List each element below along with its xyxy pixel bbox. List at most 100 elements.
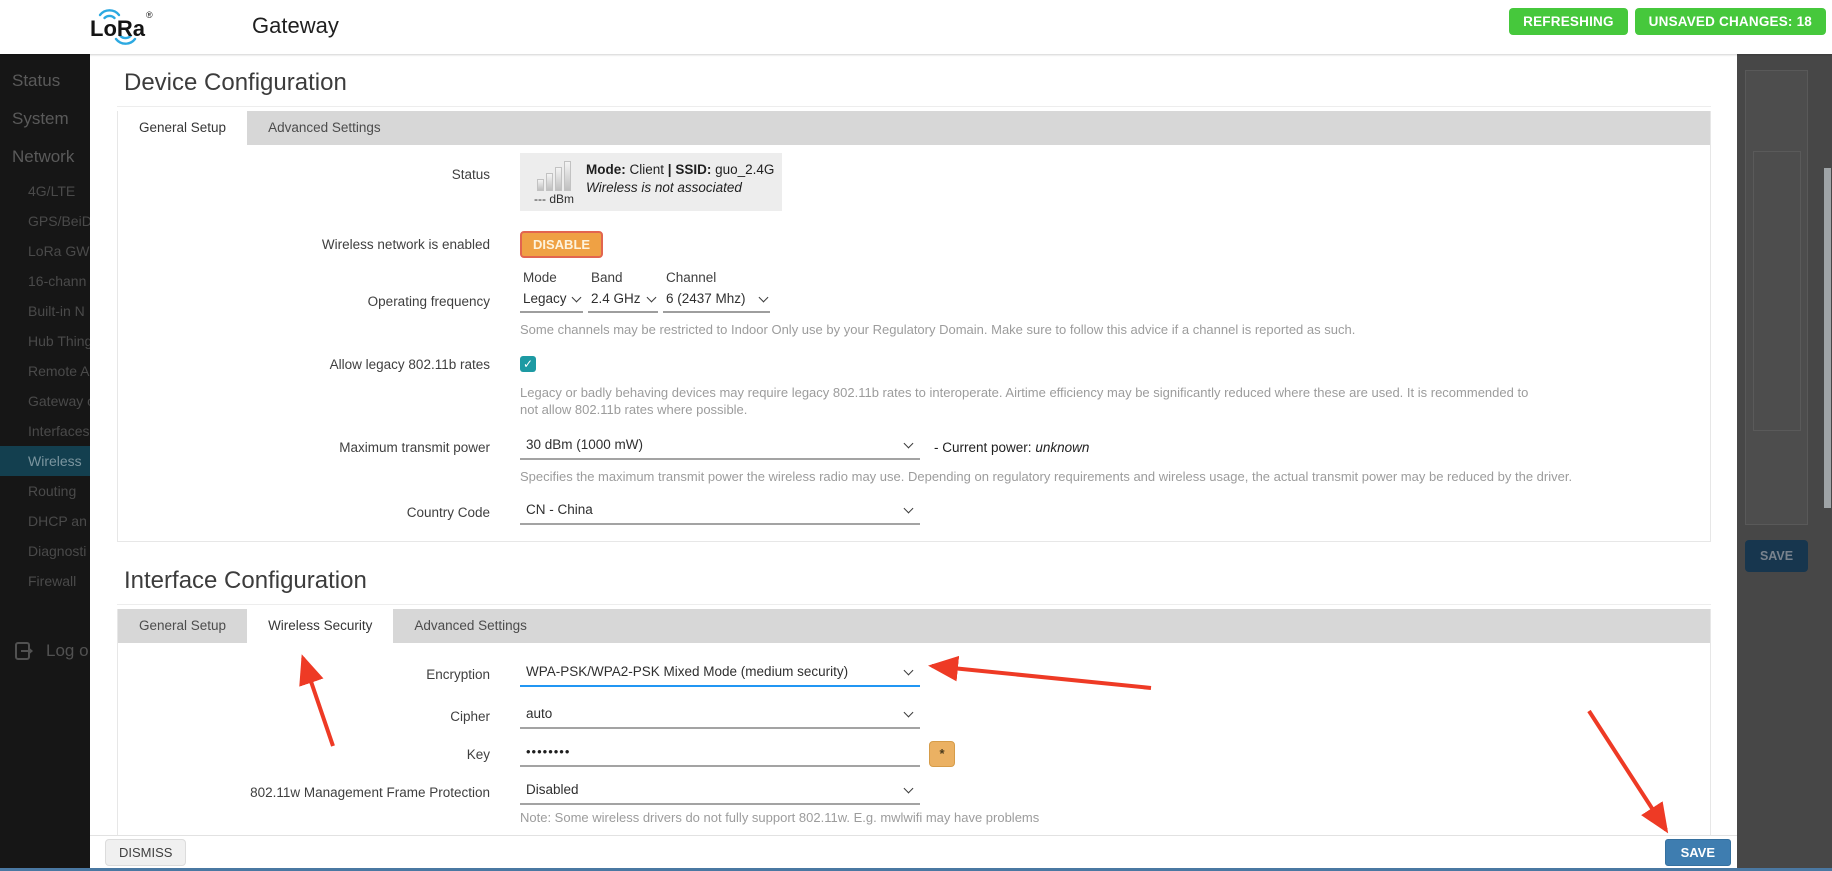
sidebar-item-firewall[interactable]: Firewall: [0, 566, 90, 596]
mfp-label: 802.11w Management Frame Protection: [118, 785, 490, 800]
interface-config-card: General Setup Wireless Security Advanced…: [117, 609, 1711, 836]
frequency-band-select[interactable]: 2.4 GHz: [588, 289, 658, 313]
interface-config-title: Interface Configuration: [124, 566, 1711, 596]
logout-icon: [13, 640, 35, 662]
unsaved-changes-badge[interactable]: UNSAVED CHANGES: 18: [1635, 8, 1826, 35]
divider: [117, 604, 1711, 605]
tx-power-select[interactable]: 30 dBm (1000 mW): [520, 434, 920, 460]
sidebar-item-interfaces[interactable]: Interfaces: [0, 416, 90, 446]
frequency-label: Operating frequency: [118, 270, 490, 309]
page-scrollbar[interactable]: [1824, 168, 1831, 508]
chevron-down-icon: [904, 438, 914, 448]
lora-logo-icon: LoRa ®: [84, 5, 156, 49]
key-password-input[interactable]: ••••••••: [520, 741, 920, 767]
top-header: LoRa ® Gateway REFRESHING UNSAVED CHANGE…: [0, 0, 1832, 54]
cipher-select[interactable]: auto: [520, 703, 920, 729]
frequency-help-text: Some channels may be restricted to Indoo…: [520, 321, 1530, 338]
band-column-header: Band: [591, 270, 658, 285]
reveal-password-button[interactable]: *: [929, 741, 955, 767]
tab-general-setup[interactable]: General Setup: [118, 111, 247, 145]
key-label: Key: [118, 747, 490, 762]
mfp-note-text: Note: Some wireless drivers do not fully…: [520, 810, 1710, 825]
country-label: Country Code: [118, 505, 490, 520]
sidebar-item-wireless[interactable]: Wireless: [0, 446, 90, 476]
enabled-row: Wireless network is enabled DISABLE: [118, 231, 1710, 258]
sidebar-item-16-channel[interactable]: 16-chann: [0, 266, 90, 296]
mode-value: Client: [630, 162, 665, 177]
legacy-rates-row: Allow legacy 802.11b rates ✓: [118, 356, 1710, 372]
tx-power-label: Maximum transmit power: [118, 440, 490, 455]
device-config-tabs: General Setup Advanced Settings: [118, 111, 1710, 145]
lora-logo: LoRa ®: [84, 5, 156, 54]
status-row: Status --- dBm: [118, 153, 1710, 211]
device-config-form: Status --- dBm: [118, 145, 1710, 541]
enabled-label: Wireless network is enabled: [118, 237, 490, 252]
association-status: Wireless is not associated: [586, 179, 774, 197]
tab-wireless-security[interactable]: Wireless Security: [247, 609, 393, 643]
chevron-down-icon: [904, 503, 914, 513]
tab-if-general-setup[interactable]: General Setup: [118, 609, 247, 643]
tx-power-row: Maximum transmit power 30 dBm (1000 mW) …: [118, 434, 1710, 460]
country-select[interactable]: CN - China: [520, 499, 920, 525]
panel-footer: DISMISS SAVE: [90, 835, 1737, 868]
disable-button[interactable]: DISABLE: [520, 231, 603, 258]
divider: [117, 106, 1711, 107]
sidebar-item-network[interactable]: Network: [0, 138, 90, 176]
ssid-value: guo_2.4G: [715, 162, 774, 177]
signal-strength-icon: [537, 161, 571, 191]
chevron-down-icon: [904, 707, 914, 717]
dimmed-dialog-content: [1753, 151, 1801, 431]
sidebar-item-gps-beidou[interactable]: GPS/BeiD: [0, 206, 90, 236]
legacy-rates-checkbox[interactable]: ✓: [520, 356, 536, 372]
sidebar-item-lora-gw[interactable]: LoRa GW: [0, 236, 90, 266]
sidebar-item-status[interactable]: Status: [0, 62, 90, 100]
save-button[interactable]: SAVE: [1665, 839, 1731, 866]
sidebar-item-routing[interactable]: Routing: [0, 476, 90, 506]
tx-power-help-text: Specifies the maximum transmit power the…: [520, 468, 1710, 485]
chevron-down-icon: [904, 665, 914, 675]
dismiss-button[interactable]: DISMISS: [105, 839, 186, 866]
cipher-row: Cipher auto: [118, 703, 1710, 729]
sidebar: Status System Network 4G/LTE GPS/BeiD Lo…: [0, 52, 90, 868]
sidebar-item-diagnostics[interactable]: Diagnosti: [0, 536, 90, 566]
legacy-rates-label: Allow legacy 802.11b rates: [118, 357, 490, 372]
sidebar-item-4g-lte[interactable]: 4G/LTE: [0, 176, 90, 206]
tab-if-advanced-settings[interactable]: Advanced Settings: [393, 609, 548, 643]
sidebar-item-system[interactable]: System: [0, 100, 90, 138]
current-power-value: unknown: [1035, 440, 1089, 455]
legacy-rates-help-text: Legacy or badly behaving devices may req…: [520, 384, 1530, 418]
page-title: Gateway: [252, 13, 339, 39]
svg-text:®: ®: [146, 10, 153, 20]
mfp-row: 802.11w Management Frame Protection Disa…: [118, 779, 1710, 805]
logout-label: Log o: [46, 641, 89, 661]
encryption-select[interactable]: WPA-PSK/WPA2-PSK Mixed Mode (medium secu…: [520, 661, 920, 687]
device-config-card: General Setup Advanced Settings Status: [117, 111, 1711, 542]
logout-button[interactable]: Log o: [13, 640, 89, 662]
channel-column-header: Channel: [666, 270, 770, 285]
frequency-channel-select[interactable]: 6 (2437 Mhz): [663, 289, 770, 313]
mode-column-header: Mode: [523, 270, 583, 285]
current-power-text: - Current power: unknown: [934, 440, 1089, 455]
svg-text:LoRa: LoRa: [90, 16, 146, 41]
encryption-label: Encryption: [118, 667, 490, 682]
signal-dbm-value: --- dBm: [534, 192, 574, 206]
sidebar-item-gateway[interactable]: Gateway o: [0, 386, 90, 416]
device-configuration-panel: Device Configuration General Setup Advan…: [90, 54, 1737, 868]
sidebar-item-hub-thing[interactable]: Hub Thing: [0, 326, 90, 356]
tab-advanced-settings[interactable]: Advanced Settings: [247, 111, 402, 145]
dimmed-save-button: SAVE: [1745, 540, 1808, 572]
dimmed-underlying-dialog: [1745, 70, 1808, 525]
mfp-select[interactable]: Disabled: [520, 779, 920, 805]
frequency-mode-select[interactable]: Legacy: [520, 289, 583, 313]
status-text: Mode: Client | SSID: guo_2.4G Wireless i…: [586, 161, 774, 206]
sidebar-item-dhcp-dns[interactable]: DHCP an: [0, 506, 90, 536]
chevron-down-icon: [759, 292, 769, 302]
sidebar-item-built-in-ns[interactable]: Built-in N: [0, 296, 90, 326]
frequency-row: Operating frequency Mode Legacy Band: [118, 270, 1710, 313]
chevron-down-icon: [647, 292, 657, 302]
chevron-down-icon: [572, 292, 582, 302]
sidebar-item-remote-access[interactable]: Remote A: [0, 356, 90, 386]
wireless-status-box: --- dBm Mode: Client | SSID: guo_2.4G Wi…: [520, 153, 782, 211]
refreshing-badge[interactable]: REFRESHING: [1509, 8, 1628, 35]
encryption-row: Encryption WPA-PSK/WPA2-PSK Mixed Mode (…: [118, 661, 1710, 687]
